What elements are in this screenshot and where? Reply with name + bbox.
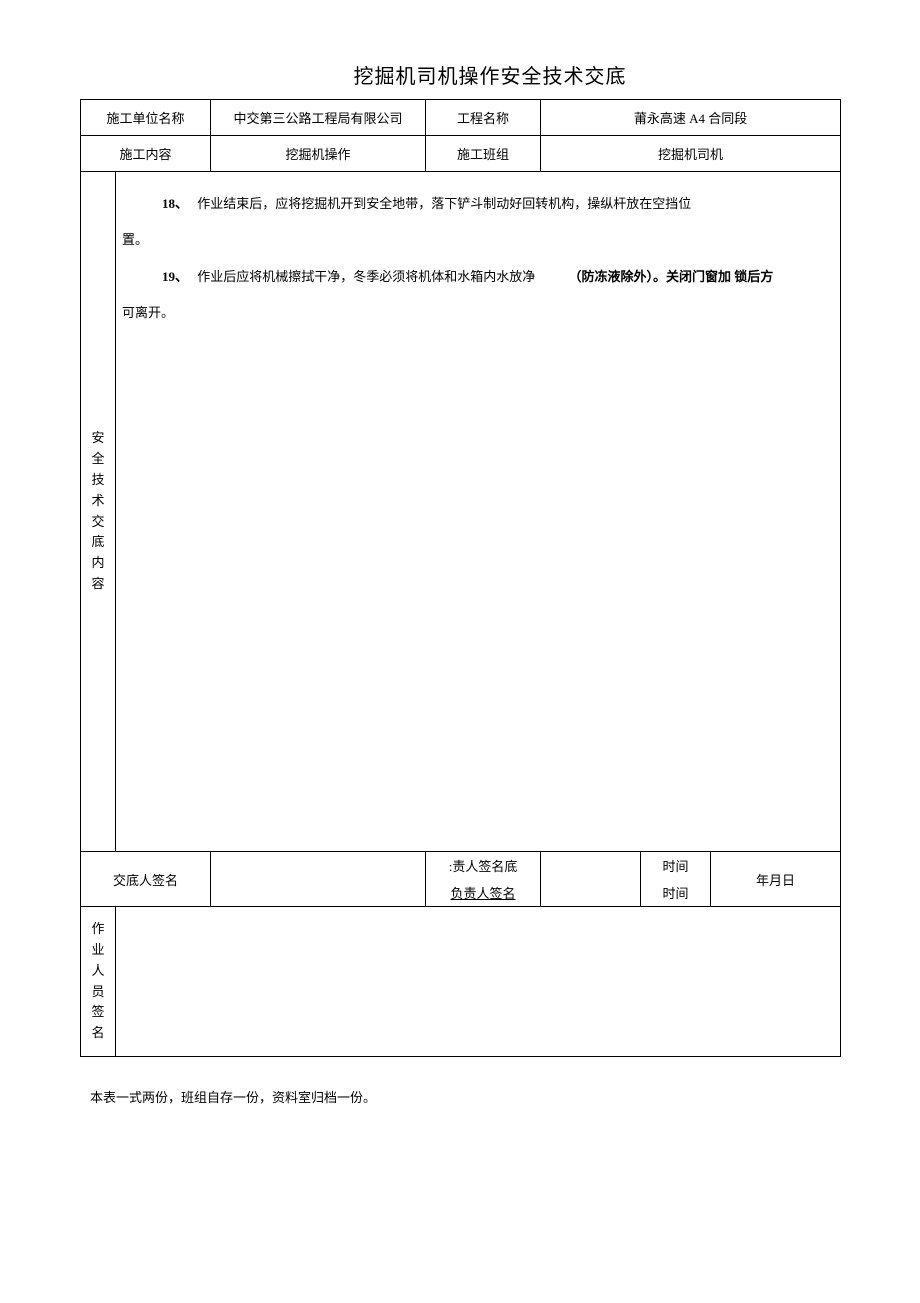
sign-value-2 [541,852,641,907]
document-title: 挖掘机司机操作安全技术交底 [140,60,840,89]
label-project: 工程名称 [426,100,541,136]
value-unit: 中交第三公路工程局有限公司 [211,100,426,136]
sign-row-1: 交底人签名 :责人签名底 时间 年月日 [81,852,841,880]
value-content: 挖掘机操作 [211,136,426,172]
item-18-cont: 置。 [122,222,834,258]
item-18-num: 18、 [162,186,188,222]
sign-label-2b: 负责人签名 [426,879,541,907]
label-unit: 施工单位名称 [81,100,211,136]
sidebar-label: 安 全 技 术 交 底 内 容 [81,172,116,852]
value-project: 莆永高速 A4 合同段 [541,100,841,136]
sign-date: 年月日 [711,852,841,907]
header-row-1: 施工单位名称 中交第三公路工程局有限公司 工程名称 莆永高速 A4 合同段 [81,100,841,136]
item-19-cont: 可离开。 [122,295,834,331]
item-19-text2: （防冻液除外）。关闭门窗加 锁后方 [569,269,774,284]
footer-note: 本表一式两份，班组自存一份，资料室归档一份。 [90,1087,840,1106]
value-team: 挖掘机司机 [541,136,841,172]
worker-row: 作 业 人 员 签 名 [81,907,841,1057]
label-content: 施工内容 [81,136,211,172]
worker-label: 作 业 人 员 签 名 [81,907,116,1057]
item-19-num: 19、 [162,259,188,295]
label-team: 施工班组 [426,136,541,172]
item-19-text1: 作业后应将机械擦拭干净，冬季必须将机体和水箱内水放净 [197,269,535,284]
sign-label-3b: 时间 [641,879,711,907]
sign-label-3a: 时间 [641,852,711,880]
worker-sign-area [116,907,841,1057]
main-table: 施工单位名称 中交第三公路工程局有限公司 工程名称 莆永高速 A4 合同段 施工… [80,99,841,1057]
content-body: 18、 作业结束后，应将挖掘机开到安全地带，落下铲斗制动好回转机构，操纵杆放在空… [116,172,841,852]
sign-label-2a: :责人签名底 [426,852,541,880]
content-row: 安 全 技 术 交 底 内 容 18、 作业结束后，应将挖掘机开到安全地带，落下… [81,172,841,852]
sign-label-1: 交底人签名 [81,852,211,907]
sign-value-1 [211,852,426,907]
item-18-text: 作业结束后，应将挖掘机开到安全地带，落下铲斗制动好回转机构，操纵杆放在空挡位 [197,196,691,211]
header-row-2: 施工内容 挖掘机操作 施工班组 挖掘机司机 [81,136,841,172]
